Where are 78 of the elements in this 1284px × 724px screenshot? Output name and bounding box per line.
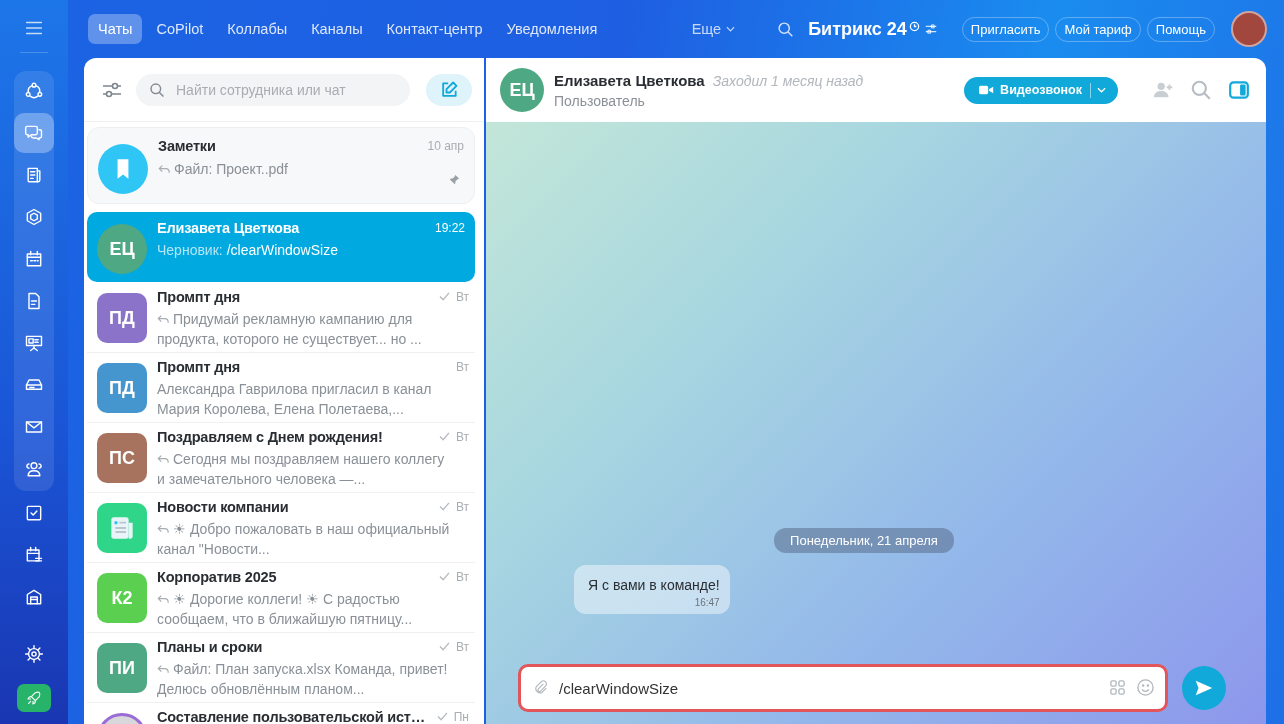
smiley-icon[interactable] [1136, 678, 1155, 697]
rocket-icon[interactable] [17, 684, 51, 712]
edit-icon [439, 79, 459, 100]
camera-icon [979, 85, 995, 95]
message-preview: Александра Гаврилова пригласил в канал Мария Королева, Елена Полетаева,... [157, 381, 432, 417]
chat-time: Пн [453, 709, 469, 724]
chat-list-item[interactable]: ПС Поздравляем с Днем рождения! Вт Сегодня мы поздравляем нашего коллегу и замечательного человека —... [87, 422, 475, 492]
chat-list-item[interactable]: Заметки 10 апр Файл: Проект..pdf [87, 127, 475, 204]
chat-title: Корпоратив 2025 [157, 568, 278, 585]
chat-avatar: ЕЦ [97, 224, 147, 274]
chat-list-item[interactable]: Новости компании Вт ☀ Добро пожаловать в наш официальный канал "Новости... [87, 492, 475, 562]
search-icon [149, 81, 165, 98]
chat-avatar: ПИ [97, 643, 147, 693]
caret-icon[interactable] [1097, 87, 1106, 93]
nav-tab[interactable]: Контакт-центр [376, 14, 493, 44]
compose-button[interactable] [426, 73, 472, 106]
chat-title: Составление пользовательской ист… [157, 708, 426, 724]
chat-avatar: К2 [97, 573, 147, 623]
message-preview: Сегодня мы поздравляем нашего коллегу и замечательного человека —... [157, 451, 445, 487]
pin-icon [449, 174, 460, 185]
message-preview: ☀ Дорогие коллеги! ☀ С радостью сообщаем, что в ближайшую пятницу... [157, 591, 413, 627]
grid-icon[interactable] [1109, 679, 1126, 696]
message-text: Я с вами в команде! [588, 577, 720, 593]
search-icon[interactable] [777, 20, 795, 38]
clock-icon [908, 20, 920, 32]
chat-title: Промпт дня [157, 288, 241, 305]
side-panel-icon[interactable] [1228, 79, 1250, 101]
contact-role: Пользователь [554, 92, 646, 109]
video-call-button[interactable]: Видеозвонок [964, 76, 1118, 104]
logo-text: Битрикс 24 [808, 18, 907, 40]
caret-icon [726, 26, 736, 32]
chat-time: Вт [455, 359, 469, 374]
message-input[interactable]: /clearWindowSize [518, 664, 1168, 712]
nav-tab[interactable]: Чаты [88, 14, 143, 44]
nav-tab[interactable]: CoPilot [146, 14, 214, 44]
chat-list-item[interactable]: ЕЦ Елизавета Цветкова 19:22 Черновик: /clearWindowSize [87, 212, 475, 282]
chat-list-item[interactable]: Составление пользовательской ист… Пн [87, 702, 475, 724]
message-time: 16:47 [694, 597, 720, 608]
contact-avatar: ЕЦ [500, 68, 544, 112]
message-preview: Файл: Проект..pdf [158, 161, 288, 177]
chat-title: Елизавета Цветкова [157, 219, 301, 236]
last-seen-status: Заходил 1 месяц назад [712, 72, 864, 89]
chat-list-item[interactable]: ПД Промпт дня Вт Придумай рекламную кампанию для продукта, которого не существует... но ... [87, 282, 475, 352]
chat-time: Вт [455, 429, 469, 444]
chat-avatar: ПД [97, 293, 147, 343]
contact-name[interactable]: Елизавета Цветкова [554, 71, 705, 89]
chat-bubbles-icon[interactable] [14, 113, 54, 153]
chat-time: Вт [455, 639, 469, 654]
chat-time: Вт [455, 569, 469, 584]
chat-title: Поздравляем с Днем рождения! [157, 428, 384, 445]
chat-title: Промпт дня [157, 358, 241, 375]
chat-avatar: ПС [97, 433, 147, 483]
chat-time: Вт [455, 499, 469, 514]
chat-title: Новости компании [157, 498, 290, 515]
paperclip-icon[interactable] [532, 679, 549, 696]
message-preview: Черновик: /clearWindowSize [157, 242, 338, 258]
chat-time: 19:22 [434, 220, 465, 235]
chat-time: 10 апр [427, 138, 464, 153]
sliders-icon[interactable] [923, 22, 938, 36]
chat-title: Заметки [158, 137, 217, 154]
message-preview: Файл: План запуска.xlsx Команда, привет! Делюсь обновлённым планом... [157, 661, 448, 697]
message-preview: Придумай рекламную кампанию для продукта, которого не существует... но ... [157, 311, 422, 347]
nav-tab[interactable]: Уведомления [496, 14, 608, 44]
nav-tab[interactable]: Коллабы [217, 14, 298, 44]
send-button[interactable] [1182, 666, 1226, 710]
date-divider: Понедельник, 21 апреля [774, 528, 954, 553]
chat-list-item[interactable]: К2 Корпоратив 2025 Вт ☀ Дорогие коллеги! ☀ С радостью сообщаем, что в ближайшую пятницу... [87, 562, 475, 632]
chat-list-item[interactable]: ПИ Планы и сроки Вт Файл: План запуска.xlsx Команда, привет! Делюсь обновлённым планом... [87, 632, 475, 702]
nav-tab[interactable]: Каналы [301, 14, 373, 44]
chat-avatar: ПД [97, 363, 147, 413]
user-avatar[interactable] [1231, 11, 1267, 47]
message-preview: ☀ Добро пожаловать в наш официальный канал "Новости... [157, 521, 450, 557]
chat-title: Планы и сроки [157, 638, 264, 655]
chat-list-item[interactable]: ПД Промпт дня Вт Александра Гаврилова пригласил в канал Мария Королева, Елена Полетаева,... [87, 352, 475, 422]
more-menu[interactable]: Еще [687, 17, 740, 41]
chat-time: Вт [455, 289, 469, 304]
search-field[interactable]: Найти сотрудника или чат [136, 73, 410, 106]
search-icon[interactable] [1190, 79, 1212, 101]
